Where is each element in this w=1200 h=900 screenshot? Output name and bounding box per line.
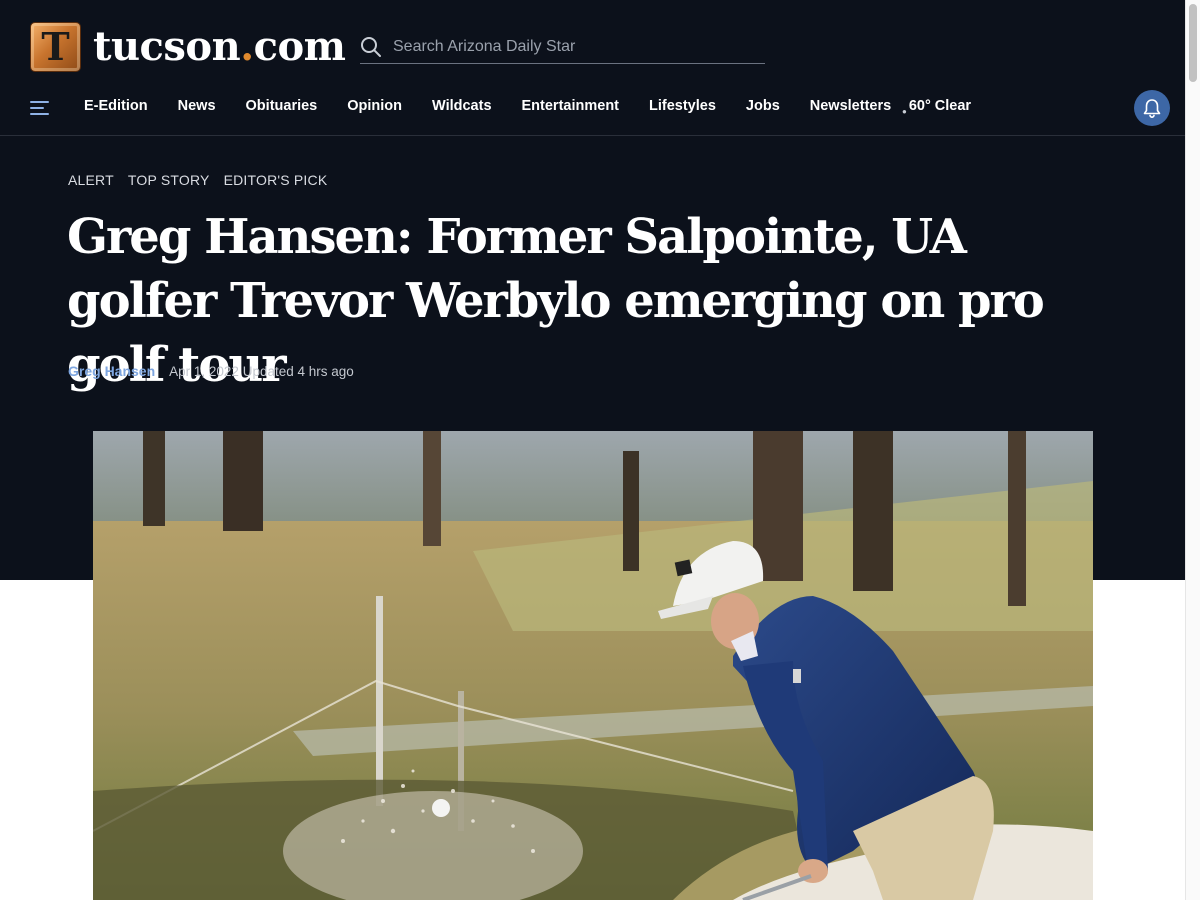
- site-logo[interactable]: T tucson.com: [30, 22, 346, 72]
- search-input[interactable]: [393, 37, 753, 56]
- bell-icon: [1143, 99, 1161, 119]
- article-tags: ALERT TOP STORY EDITOR'S PICK: [68, 172, 341, 188]
- nav-item-opinion[interactable]: Opinion: [347, 98, 402, 114]
- weather-widget[interactable]: ● 60° Clear: [902, 98, 972, 116]
- logo-badge-icon: T: [30, 22, 81, 72]
- nav-item-lifestyles[interactable]: Lifestyles: [649, 98, 716, 114]
- nav-item-entertainment[interactable]: Entertainment: [522, 98, 620, 114]
- tag-editors-pick[interactable]: EDITOR'S PICK: [224, 172, 328, 188]
- search-bar[interactable]: [360, 30, 765, 64]
- weather-icon: ●: [902, 106, 907, 116]
- site-name-dot: .: [240, 23, 254, 70]
- author-link[interactable]: Greg Hansen: [68, 363, 155, 379]
- site-name: tucson.com: [93, 27, 346, 67]
- nav-item-newsletters[interactable]: Newsletters: [810, 98, 891, 114]
- nav-item-obituaries[interactable]: Obituaries: [246, 98, 318, 114]
- article-byline: Greg Hansen Apr 1, 2022 Updated 4 hrs ag…: [68, 363, 354, 379]
- golfer-bunker-shot-image: [93, 431, 1093, 900]
- page-scrollbar[interactable]: [1185, 0, 1200, 900]
- tag-alert[interactable]: ALERT: [68, 172, 114, 188]
- notifications-button[interactable]: [1134, 90, 1170, 126]
- site-name-tld: com: [253, 23, 346, 70]
- article-lead-photo[interactable]: [93, 431, 1093, 900]
- nav-links: E-Edition News Obituaries Opinion Wildca…: [84, 98, 921, 114]
- hamburger-menu-icon[interactable]: [30, 98, 50, 118]
- scrollbar-thumb[interactable]: [1189, 4, 1197, 82]
- nav-item-jobs[interactable]: Jobs: [746, 98, 780, 114]
- main-navigation: E-Edition News Obituaries Opinion Wildca…: [0, 88, 1185, 136]
- nav-item-e-edition[interactable]: E-Edition: [84, 98, 148, 114]
- search-icon[interactable]: [360, 36, 382, 58]
- publish-date: Apr 1, 2022 Updated 4 hrs ago: [169, 363, 354, 379]
- site-name-main: tucson: [93, 23, 241, 70]
- weather-text: 60° Clear: [908, 98, 972, 114]
- nav-item-news[interactable]: News: [178, 98, 216, 114]
- logo-letter: T: [41, 24, 70, 69]
- tag-top-story[interactable]: TOP STORY: [128, 172, 210, 188]
- nav-item-wildcats[interactable]: Wildcats: [432, 98, 492, 114]
